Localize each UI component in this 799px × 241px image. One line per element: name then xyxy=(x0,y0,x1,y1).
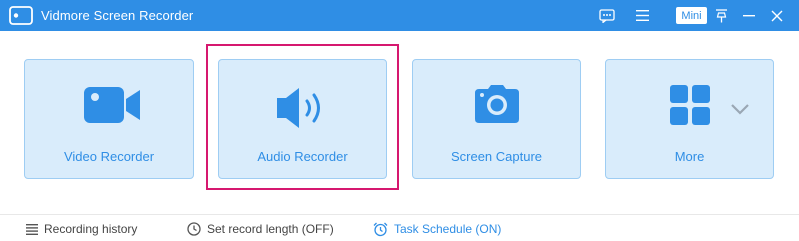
recording-history-button[interactable]: Recording history xyxy=(26,220,137,238)
minimize-button[interactable] xyxy=(741,0,757,31)
close-icon xyxy=(771,10,783,21)
app-title: Vidmore Screen Recorder xyxy=(41,8,194,23)
record-length-button[interactable]: Set record length (OFF) xyxy=(187,220,334,238)
task-schedule-label: Task Schedule (ON) xyxy=(394,222,502,236)
audio-recorder-label: Audio Recorder xyxy=(257,149,348,164)
pin-icon xyxy=(715,8,727,22)
alarm-clock-icon xyxy=(373,222,388,236)
app-logo-icon xyxy=(9,6,33,25)
mini-button[interactable]: Mini xyxy=(676,7,707,24)
screen-capture-card[interactable]: Screen Capture xyxy=(412,59,581,179)
hamburger-icon xyxy=(635,10,649,21)
more-label: More xyxy=(674,149,705,164)
feedback-button[interactable] xyxy=(597,0,617,31)
video-camera-icon xyxy=(84,87,140,123)
task-schedule-button[interactable]: Task Schedule (ON) xyxy=(373,220,501,238)
more-card[interactable]: More xyxy=(605,59,774,179)
camera-icon xyxy=(475,85,519,123)
audio-recorder-card[interactable]: Audio Recorder xyxy=(218,59,387,179)
minimize-icon xyxy=(743,14,755,16)
bottom-bar: Recording history Set record length (OFF… xyxy=(0,214,799,241)
clock-icon xyxy=(187,222,201,236)
pin-button[interactable] xyxy=(712,0,730,31)
chevron-down-icon[interactable] xyxy=(730,103,750,115)
recording-history-label: Recording history xyxy=(44,222,138,236)
menu-button[interactable] xyxy=(633,0,651,31)
screen-capture-label: Screen Capture xyxy=(450,149,543,164)
close-button[interactable] xyxy=(769,0,785,31)
title-bar: Vidmore Screen Recorder Mini xyxy=(0,0,799,31)
record-length-label: Set record length (OFF) xyxy=(207,222,334,236)
speaker-icon xyxy=(277,88,320,128)
chat-icon xyxy=(599,8,615,23)
video-recorder-label: Video Recorder xyxy=(63,149,155,164)
video-recorder-card[interactable]: Video Recorder xyxy=(24,59,194,179)
list-icon xyxy=(26,223,38,235)
grid-icon xyxy=(670,85,710,125)
